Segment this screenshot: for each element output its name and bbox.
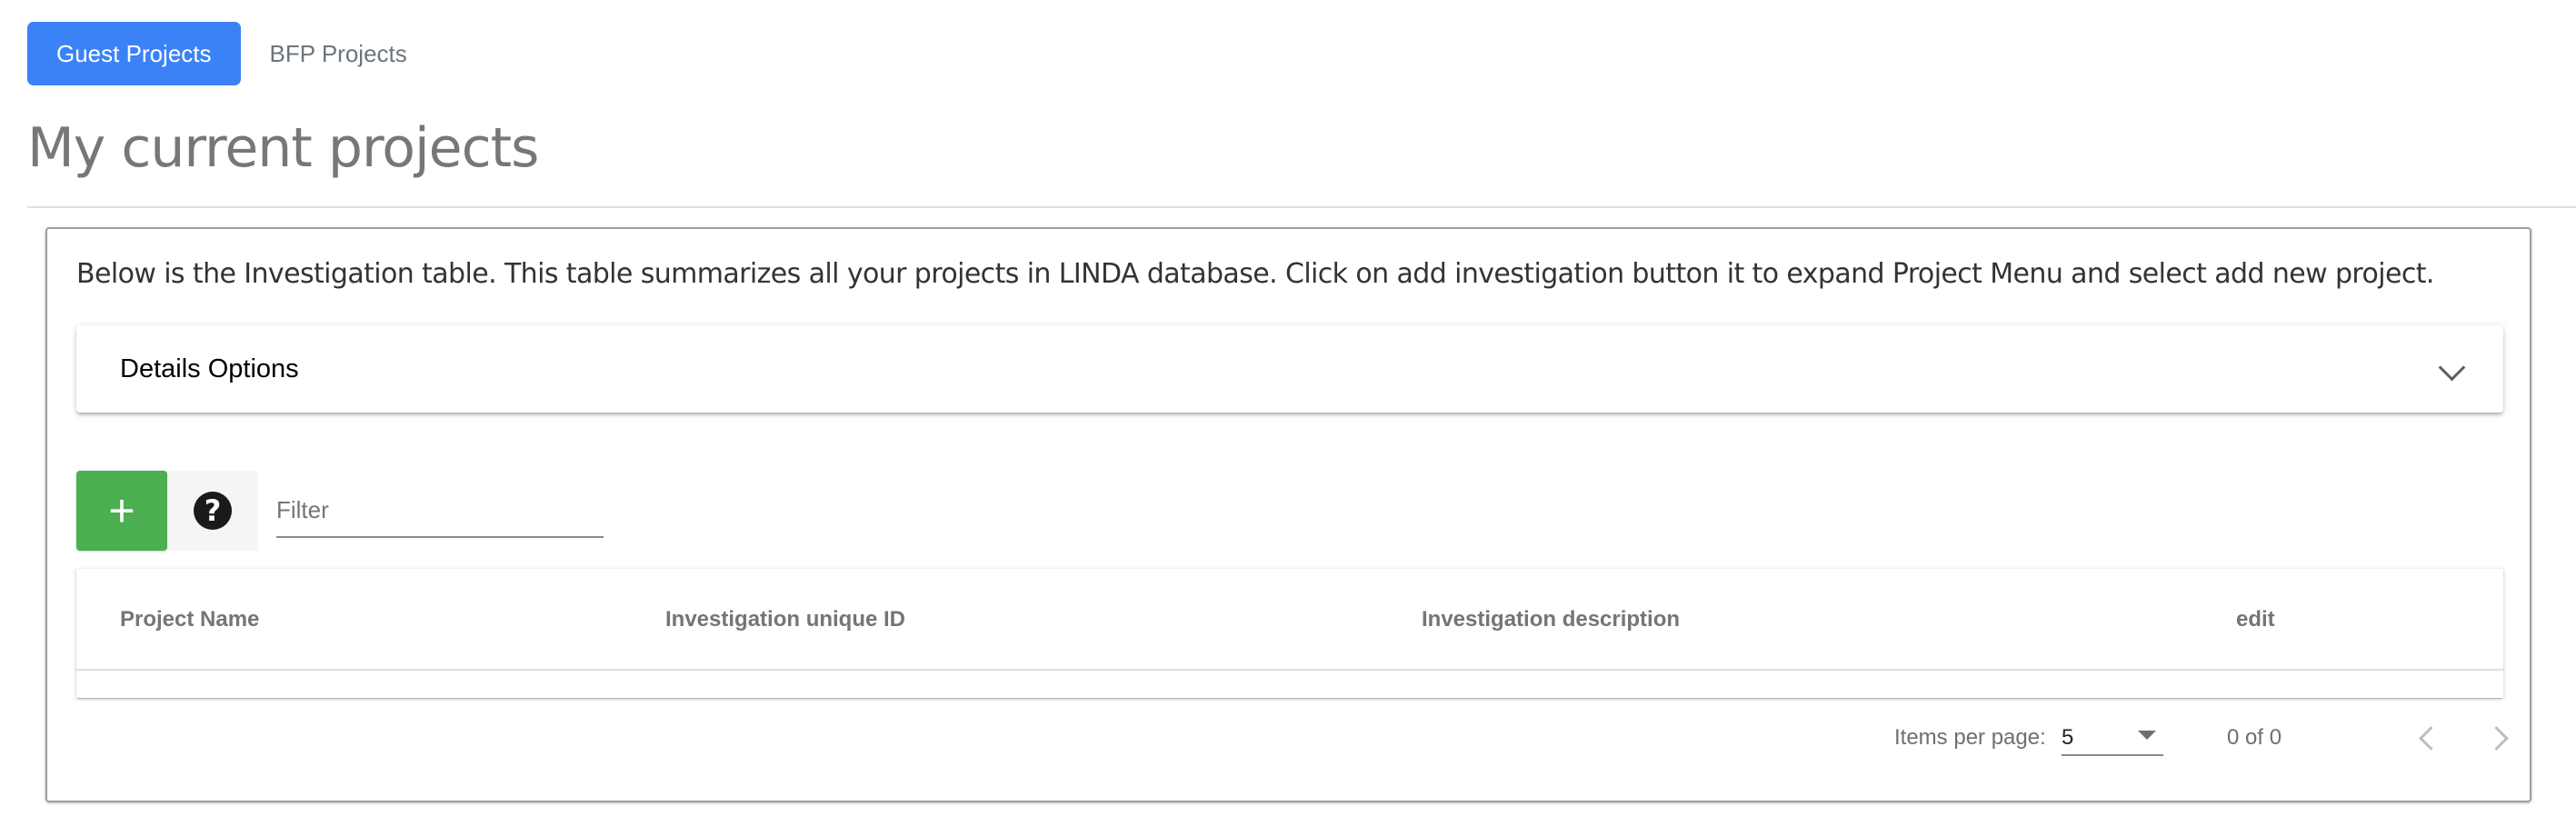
tab-guest-projects[interactable]: Guest Projects — [27, 22, 241, 85]
investigation-panel: Below is the Investigation table. This t… — [45, 227, 2531, 802]
column-header-project-name[interactable]: Project Name — [120, 607, 259, 632]
chevron-down-icon — [2438, 353, 2466, 381]
help-button[interactable]: ? — [167, 471, 258, 551]
column-header-investigation-id[interactable]: Investigation unique ID — [665, 607, 905, 632]
filter-field — [276, 471, 604, 538]
items-per-page-label: Items per page: — [1894, 725, 2046, 750]
filter-input[interactable] — [276, 496, 604, 524]
column-header-investigation-description[interactable]: Investigation description — [1422, 607, 1680, 632]
table-paginator: Items per page: 5 0 of 0 — [76, 702, 2509, 774]
investigation-table: Project Name Investigation unique ID Inv… — [76, 569, 2503, 698]
column-header-edit[interactable]: edit — [2236, 607, 2275, 632]
next-page-button[interactable] — [2481, 720, 2518, 756]
add-investigation-button[interactable]: + — [76, 471, 167, 551]
help-circle-icon: ? — [194, 492, 232, 530]
previous-page-button[interactable] — [2409, 720, 2445, 756]
table-header-row: Project Name Investigation unique ID Inv… — [76, 569, 2503, 671]
page-size-value: 5 — [2062, 725, 2074, 750]
tab-bfp-projects[interactable]: BFP Projects — [241, 22, 436, 85]
intro-text: Below is the Investigation table. This t… — [76, 258, 2434, 290]
title-divider — [27, 206, 2576, 208]
page-size-select[interactable]: 5 — [2062, 714, 2163, 756]
table-toolbar: + ? — [76, 471, 604, 551]
details-options-title: Details Options — [120, 353, 299, 383]
chevron-left-icon — [2418, 725, 2443, 751]
details-options-panel[interactable]: Details Options — [76, 325, 2503, 413]
caret-down-icon — [2138, 731, 2156, 740]
chevron-right-icon — [2483, 725, 2509, 751]
page-range-label: 0 of 0 — [2227, 725, 2282, 750]
page-title: My current projects — [27, 116, 539, 180]
plus-icon: + — [108, 485, 135, 536]
project-tabs: Guest Projects BFP Projects — [27, 22, 436, 85]
